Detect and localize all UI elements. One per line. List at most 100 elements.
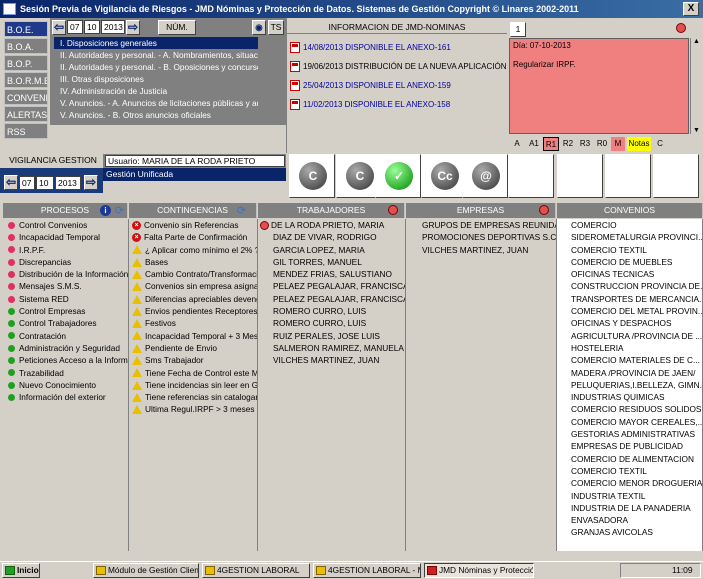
filter-a1-button[interactable]: A1: [526, 137, 542, 151]
news-item-text[interactable]: 25/04/2013 DISPONIBLE EL ANEXO-159: [303, 81, 451, 90]
convenio-item[interactable]: COMERCIO TEXTIL: [557, 244, 702, 256]
convenio-item[interactable]: COMERCIO TEXTIL: [557, 465, 702, 477]
trabajador-item[interactable]: RUIZ PERALES, JOSE LUIS: [258, 330, 405, 342]
contingencia-item[interactable]: × Convenio sin Referencias: [129, 219, 257, 231]
taskbar-item-active[interactable]: JMD Nóminas y Protecció...: [424, 563, 534, 578]
trabajador-item[interactable]: DIAZ DE VIVAR, RODRIGO: [258, 231, 405, 243]
trabajador-item[interactable]: MENDEZ FRIAS, SALUSTIANO: [258, 268, 405, 280]
consult-info-button[interactable]: C: [289, 154, 335, 198]
convenio-item[interactable]: SIDEROMETALURGIA PROVINCI...: [557, 231, 702, 243]
boe-day-input[interactable]: 07: [67, 20, 83, 34]
proceso-item[interactable]: Administración y Seguridad: [3, 342, 128, 354]
boe-section-item[interactable]: I. Disposiciones generales: [54, 37, 258, 49]
filter-r0-button[interactable]: R0: [594, 137, 610, 151]
trabajador-item[interactable]: PELAEZ PEGALAJAR, FRANCISCA: [258, 280, 405, 292]
taskbar-item[interactable]: Módulo de Gestión Client...: [93, 563, 199, 578]
close-notes-icon[interactable]: [676, 23, 686, 35]
convenio-item[interactable]: PELUQUERIAS,I.BELLEZA, GIMN...: [557, 379, 702, 391]
convenio-item[interactable]: COMERCIO DE ALIMENTACION: [557, 453, 702, 465]
convenio-item[interactable]: COMERCIO MENOR DROGUERIA...: [557, 477, 702, 489]
convenio-item[interactable]: TRANSPORTES DE MERCANCIA...: [557, 293, 702, 305]
email-button[interactable]: @: [462, 154, 508, 198]
boe-section-item[interactable]: V. Anuncios. - B. Otros anuncios oficial…: [54, 109, 258, 121]
start-button[interactable]: Inicio: [2, 563, 40, 578]
convenio-item[interactable]: CONSTRUCCION PROVINCIA DE...: [557, 280, 702, 292]
proceso-item[interactable]: Distribución de la Información: [3, 268, 128, 280]
boe-section-item[interactable]: IV. Administración de Justicia: [54, 85, 258, 97]
proceso-item[interactable]: Nuevo Conocimiento: [3, 379, 128, 391]
boe-section-list[interactable]: I. Disposiciones generales II. Autoridad…: [54, 37, 258, 123]
proceso-item[interactable]: Sistema RED: [3, 293, 128, 305]
boe-section-item[interactable]: III. Otras disposiciones: [54, 73, 258, 85]
taskbar-item[interactable]: 4GESTION LABORAL: [202, 563, 310, 578]
news-item[interactable]: 25/04/2013 DISPONIBLE EL ANEXO-159: [290, 79, 508, 92]
contingencia-item[interactable]: Ultima Regul.IRPF > 3 meses: [129, 403, 257, 415]
convenio-item[interactable]: AGRICULTURA /PROVINCIA DE ...: [557, 330, 702, 342]
boe-prev-date-button[interactable]: ⇦: [52, 20, 66, 35]
notes-tab[interactable]: 1: [510, 22, 526, 37]
convenio-item[interactable]: GRANJAS AVICOLAS: [557, 526, 702, 538]
trabajador-item[interactable]: ROMERO CURRO, LUIS: [258, 317, 405, 329]
empresa-item[interactable]: GRUPOS DE EMPRESAS REUNIDA...: [406, 219, 556, 231]
news-item[interactable]: 19/06/2013 DISTRIBUCIÓN DE LA NUEVA APLI…: [290, 60, 508, 73]
trabajador-item[interactable]: DE LA RODA PRIETO, MARIA: [258, 219, 405, 231]
contingencia-item[interactable]: Sms Trabajador: [129, 354, 257, 366]
contingencia-item[interactable]: Pendiente de Envio: [129, 342, 257, 354]
taskbar-item[interactable]: 4GESTION LABORAL - Mi...: [313, 563, 421, 578]
vigilancia-year-input[interactable]: 2013: [55, 176, 81, 190]
nav-borme[interactable]: B.O.R.M.E.: [4, 72, 48, 88]
notes-scrollbar[interactable]: ▲ ▼: [690, 38, 702, 134]
proceso-item[interactable]: Peticiones Acceso a la Inform...: [3, 354, 128, 366]
nav-convenios[interactable]: CONVENIOS: [4, 89, 48, 105]
convenio-item[interactable]: COMERCIO MATERIALES DE C...: [557, 354, 702, 366]
close-button[interactable]: X: [683, 2, 699, 16]
news-item-text[interactable]: 19/06/2013 DISTRIBUCIÓN DE LA NUEVA APLI…: [303, 62, 508, 71]
contingencia-item[interactable]: × Falta Parte de Confirmación: [129, 231, 257, 243]
contingencia-item[interactable]: Diferencias apreciables deveng...: [129, 293, 257, 305]
convenio-item[interactable]: INDUSTRIA TEXTIL: [557, 490, 702, 502]
empty-action-button-1[interactable]: [508, 154, 554, 198]
nav-rss[interactable]: RSS: [4, 123, 48, 139]
convenio-item[interactable]: COMERCIO DE MUEBLES: [557, 256, 702, 268]
filter-r3-button[interactable]: R3: [577, 137, 593, 151]
convenio-item[interactable]: MADERA /PROVINCIA DE JAEN/: [557, 367, 702, 379]
convenio-item[interactable]: OFICINAS Y DESPACHOS: [557, 317, 702, 329]
convenio-item[interactable]: INDUSTRIAS QUIMICAS: [557, 391, 702, 403]
news-item-text[interactable]: 11/02/2013 DISPONIBLE EL ANEXO-158: [303, 100, 450, 109]
proceso-item[interactable]: Control Convenios: [3, 219, 128, 231]
contingencia-item[interactable]: Envios pendientes Receptores ...: [129, 305, 257, 317]
trabajador-item[interactable]: GARCIA LOPEZ, MARIA: [258, 244, 405, 256]
empty-action-button-2[interactable]: [557, 154, 603, 198]
refresh-icon[interactable]: ⟳: [237, 204, 246, 219]
refresh-icon[interactable]: ⟳: [115, 204, 124, 219]
trabajador-item[interactable]: ROMERO CURRO, LUIS: [258, 305, 405, 317]
info-icon[interactable]: i: [100, 205, 111, 216]
scroll-down-icon[interactable]: ▼: [691, 127, 702, 134]
confirm-button[interactable]: ✓: [375, 154, 421, 198]
vigilancia-next-date-button[interactable]: ⇨: [84, 175, 98, 190]
boe-month-input[interactable]: 10: [84, 20, 100, 34]
convenio-item[interactable]: COMERCIO RESIDUOS SOLIDOS: [557, 403, 702, 415]
contingencia-item[interactable]: Festivos: [129, 317, 257, 329]
mode-selector[interactable]: Gestión Unificada: [103, 168, 286, 181]
proceso-item[interactable]: Información del exterior: [3, 391, 128, 403]
boe-section-item[interactable]: V. Anuncios. - A. Anuncios de licitacion…: [54, 97, 258, 109]
news-item[interactable]: 14/08/2013 DISPONIBLE EL ANEXO-161: [290, 41, 508, 54]
boe-section-item[interactable]: II. Autoridades y personal. - A. Nombram…: [54, 49, 258, 61]
contingencia-item[interactable]: Cambio Contrato/Transformación: [129, 268, 257, 280]
convenio-item[interactable]: GESTORIAS ADMINISTRATIVAS: [557, 428, 702, 440]
trabajador-item[interactable]: GIL TORRES, MANUEL: [258, 256, 405, 268]
vigilancia-prev-date-button[interactable]: ⇦: [4, 175, 18, 190]
vigilancia-month-input[interactable]: 10: [36, 176, 54, 190]
notes-box[interactable]: Día: 07-10-2013 Regularizar IRPF.: [509, 38, 689, 134]
contingencia-item[interactable]: Bases: [129, 256, 257, 268]
contingencia-item[interactable]: Tiene incidencias sin leer en G.I.: [129, 379, 257, 391]
trabajador-item[interactable]: PELAEZ PEGALAJAR, FRANCISCA: [258, 293, 405, 305]
empresa-item[interactable]: VILCHES MARTINEZ, JUAN: [406, 244, 556, 256]
convenio-item[interactable]: COMERCIO MAYOR CEREALES,...: [557, 416, 702, 428]
convenio-item[interactable]: ENVASADORA: [557, 514, 702, 526]
proceso-item[interactable]: Control Trabajadores: [3, 317, 128, 329]
close-icon[interactable]: [539, 205, 549, 215]
proceso-item[interactable]: Incapacidad Temporal: [3, 231, 128, 243]
ts-button[interactable]: TS: [268, 20, 284, 35]
